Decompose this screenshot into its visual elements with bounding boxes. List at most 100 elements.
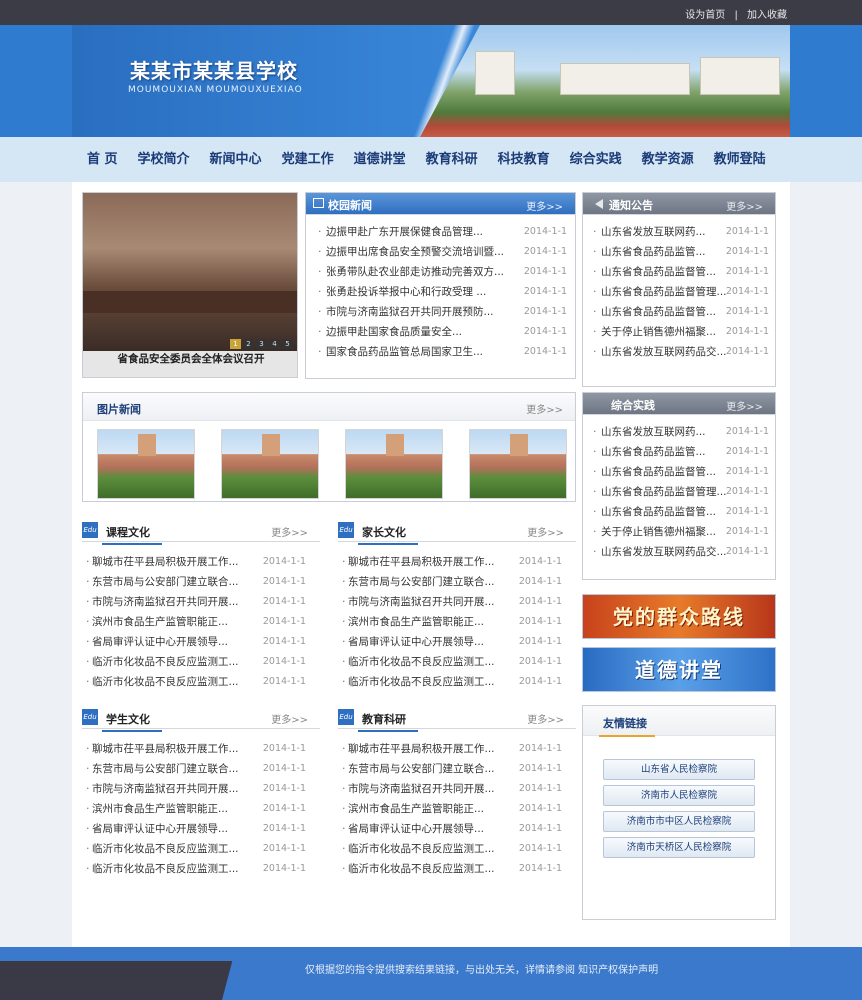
- list-item[interactable]: 关于停止销售德州福聚...2014-1-1: [593, 322, 769, 342]
- separator: |: [734, 10, 738, 21]
- nav-resources[interactable]: 教学资源: [633, 137, 703, 182]
- list-item[interactable]: 山东省发放互联网药品交...2014-1-1: [593, 342, 769, 362]
- nav-teacher-login[interactable]: 教师登陆: [705, 137, 775, 182]
- slide-pager-5[interactable]: 5: [282, 339, 293, 349]
- nav-party-work[interactable]: 党建工作: [273, 137, 343, 182]
- nav-school-intro[interactable]: 学校简介: [129, 137, 199, 182]
- list-item[interactable]: 省局审评认证中心开展领导...2014-1-1: [86, 819, 306, 839]
- course-culture-header: Edu 课程文化 更多>>: [82, 520, 320, 545]
- friend-link[interactable]: 山东省人民检察院: [603, 759, 755, 780]
- parent-culture-header: Edu 家长文化 更多>>: [338, 520, 576, 545]
- student-culture-more[interactable]: 更多>>: [271, 711, 308, 726]
- slide-pager-3[interactable]: 3: [256, 339, 267, 349]
- list-item[interactable]: 边振甲赴广东开展保健食品管理...2014-1-1: [318, 222, 567, 242]
- list-item[interactable]: 临沂市化妆品不良反应监测工...2014-1-1: [342, 839, 562, 859]
- featured-slideshow[interactable]: 1 2 3 4 5 省食品安全委员会全体会议召开: [82, 192, 298, 378]
- nav-moral-lecture[interactable]: 道德讲堂: [345, 137, 415, 182]
- picture-news-thumb[interactable]: [221, 429, 319, 499]
- list-item[interactable]: 聊城市茌平县局积极开展工作...2014-1-1: [342, 739, 562, 759]
- picture-news-thumb[interactable]: [345, 429, 443, 499]
- list-item[interactable]: 东营市局与公安部门建立联合...2014-1-1: [86, 759, 306, 779]
- list-item[interactable]: 山东省食品药品监督管...2014-1-1: [593, 302, 769, 322]
- list-item[interactable]: 聊城市茌平县局积极开展工作...2014-1-1: [86, 552, 306, 572]
- list-item[interactable]: 山东省食品药品监管...2014-1-1: [593, 242, 769, 262]
- picture-news-more[interactable]: 更多>>: [526, 401, 563, 416]
- slide-pager-1[interactable]: 1: [230, 339, 241, 349]
- list-item[interactable]: 临沂市化妆品不良反应监测工...2014-1-1: [86, 859, 306, 879]
- list-item[interactable]: 山东省食品药品监管...2014-1-1: [593, 442, 769, 462]
- picture-news-thumb[interactable]: [97, 429, 195, 499]
- list-item[interactable]: 聊城市茌平县局积极开展工作...2014-1-1: [86, 739, 306, 759]
- set-homepage-link[interactable]: 设为首页: [685, 10, 725, 21]
- list-item[interactable]: 山东省发放互联网药品交...2014-1-1: [593, 542, 769, 562]
- course-culture-more[interactable]: 更多>>: [271, 524, 308, 539]
- slide-pager-4[interactable]: 4: [269, 339, 280, 349]
- list-item[interactable]: 聊城市茌平县局积极开展工作...2014-1-1: [342, 552, 562, 572]
- nav-news-center[interactable]: 新闻中心: [201, 137, 271, 182]
- list-item[interactable]: 山东省食品药品监督管...2014-1-1: [593, 262, 769, 282]
- picture-news-thumb[interactable]: [469, 429, 567, 499]
- list-item[interactable]: 临沂市化妆品不良反应监测工...2014-1-1: [86, 672, 306, 692]
- campus-news-more[interactable]: 更多>>: [526, 198, 563, 213]
- list-item[interactable]: 关于停止销售德州福聚...2014-1-1: [593, 522, 769, 542]
- practice-more[interactable]: 更多>>: [726, 398, 763, 413]
- list-item[interactable]: 山东省发放互联网药...2014-1-1: [593, 222, 769, 242]
- main-nav-bar: 首 页 学校简介 新闻中心 党建工作 道德讲堂 教育科研 科技教育 综合实践 教…: [0, 137, 862, 182]
- list-item[interactable]: 市院与济南监狱召开共同开展预防...2014-1-1: [318, 302, 567, 322]
- friend-links-title: 友情链接: [599, 717, 655, 737]
- list-item[interactable]: 边振甲赴国家食品质量安全...2014-1-1: [318, 322, 567, 342]
- news-icon: [313, 198, 324, 208]
- edu-logo-icon: Edu: [82, 709, 98, 725]
- nav-tech-edu[interactable]: 科技教育: [489, 137, 559, 182]
- parent-culture-more[interactable]: 更多>>: [527, 524, 564, 539]
- list-item[interactable]: 张勇赴投诉举报中心和行政受理 ...2014-1-1: [318, 282, 567, 302]
- list-item[interactable]: 滨州市食品生产监管职能正...2014-1-1: [342, 799, 562, 819]
- list-item[interactable]: 滨州市食品生产监管职能正...2014-1-1: [86, 799, 306, 819]
- list-item[interactable]: 滨州市食品生产监管职能正...2014-1-1: [342, 612, 562, 632]
- friend-link[interactable]: 济南市天桥区人民检察院: [603, 837, 755, 858]
- school-building-image: [420, 25, 790, 137]
- moral-lecture-banner[interactable]: 道德讲堂: [582, 647, 776, 692]
- site-title: 某某市某某县学校: [130, 59, 298, 83]
- list-item[interactable]: 临沂市化妆品不良反应监测工...2014-1-1: [342, 652, 562, 672]
- list-item[interactable]: 省局审评认证中心开展领导...2014-1-1: [342, 632, 562, 652]
- nav-practice[interactable]: 综合实践: [561, 137, 631, 182]
- list-item[interactable]: 东营市局与公安部门建立联合...2014-1-1: [86, 572, 306, 592]
- list-item[interactable]: 山东省食品药品监督管...2014-1-1: [593, 502, 769, 522]
- campus-news-title: 校园新闻: [328, 199, 372, 212]
- student-culture-header: Edu 学生文化 更多>>: [82, 707, 320, 732]
- edu-research-more[interactable]: 更多>>: [527, 711, 564, 726]
- list-item[interactable]: 市院与济南监狱召开共同开展...2014-1-1: [86, 592, 306, 612]
- list-item[interactable]: 滨州市食品生产监管职能正...2014-1-1: [86, 612, 306, 632]
- list-item[interactable]: 张勇带队赴农业部走访推动完善双方...2014-1-1: [318, 262, 567, 282]
- list-item[interactable]: 边振甲出席食品安全预警交流培训暨...2014-1-1: [318, 242, 567, 262]
- top-bar: 设为首页 | 加入收藏: [0, 0, 862, 25]
- list-item[interactable]: 临沂市化妆品不良反应监测工...2014-1-1: [342, 672, 562, 692]
- list-item[interactable]: 省局审评认证中心开展领导...2014-1-1: [342, 819, 562, 839]
- slide-pager-2[interactable]: 2: [243, 339, 254, 349]
- list-item[interactable]: 临沂市化妆品不良反应监测工...2014-1-1: [86, 652, 306, 672]
- list-item[interactable]: 临沂市化妆品不良反应监测工...2014-1-1: [86, 839, 306, 859]
- friend-link[interactable]: 济南市市中区人民检察院: [603, 811, 755, 832]
- list-item[interactable]: 山东省食品药品监督管...2014-1-1: [593, 462, 769, 482]
- picture-news-header: 图片新闻 更多>>: [83, 393, 575, 421]
- list-item[interactable]: 东营市局与公安部门建立联合...2014-1-1: [342, 759, 562, 779]
- list-item[interactable]: 山东省发放互联网药...2014-1-1: [593, 422, 769, 442]
- nav-home[interactable]: 首 页: [78, 137, 127, 182]
- list-item[interactable]: 东营市局与公安部门建立联合...2014-1-1: [342, 572, 562, 592]
- list-item[interactable]: 临沂市化妆品不良反应监测工...2014-1-1: [342, 859, 562, 879]
- list-item[interactable]: 国家食品药品监管总局国家卫生...2014-1-1: [318, 342, 567, 362]
- list-item[interactable]: 市院与济南监狱召开共同开展...2014-1-1: [342, 592, 562, 612]
- nav-edu-research[interactable]: 教育科研: [417, 137, 487, 182]
- list-item[interactable]: 市院与济南监狱召开共同开展...2014-1-1: [342, 779, 562, 799]
- list-item[interactable]: 市院与济南监狱召开共同开展...2014-1-1: [86, 779, 306, 799]
- list-item[interactable]: 省局审评认证中心开展领导...2014-1-1: [86, 632, 306, 652]
- slide-caption[interactable]: 省食品安全委员会全体会议召开: [83, 351, 297, 377]
- friend-link[interactable]: 济南市人民检察院: [603, 785, 755, 806]
- add-favorite-link[interactable]: 加入收藏: [747, 10, 787, 21]
- list-item[interactable]: 山东省食品药品监督管理...2014-1-1: [593, 482, 769, 502]
- party-line-banner[interactable]: 党的群众路线: [582, 594, 776, 639]
- notice-more[interactable]: 更多>>: [726, 198, 763, 213]
- list-item[interactable]: 山东省食品药品监督管理...2014-1-1: [593, 282, 769, 302]
- edu-research-title: 教育科研: [358, 713, 418, 732]
